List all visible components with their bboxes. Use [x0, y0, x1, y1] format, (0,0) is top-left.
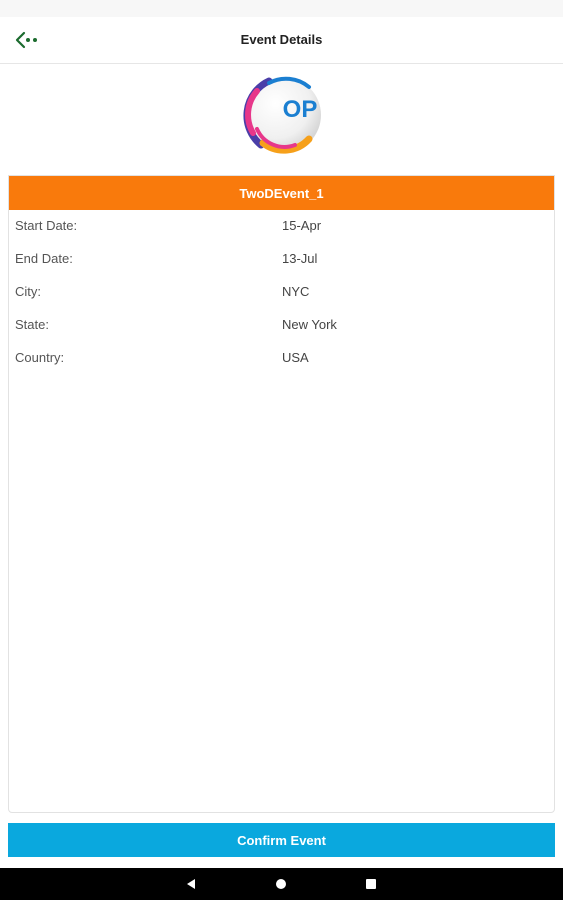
- start-date-label: Start Date:: [15, 218, 78, 233]
- end-date-label: End Date:: [15, 251, 73, 266]
- status-bar: [0, 0, 563, 17]
- nav-home-icon: [276, 879, 286, 889]
- state-value: New York: [282, 317, 337, 332]
- nav-home-button[interactable]: [273, 876, 289, 892]
- nav-recents-icon: [366, 879, 376, 889]
- logo-text: OP: [283, 96, 318, 123]
- app-logo: OP: [239, 73, 325, 159]
- event-details-card: TwoDEvent_1 Start Date: 15-Apr End Date:…: [8, 175, 555, 813]
- event-name-header: TwoDEvent_1: [9, 176, 554, 210]
- nav-recents-button[interactable]: [363, 876, 379, 892]
- app-bar: Event Details: [0, 17, 563, 64]
- system-nav-bar: [0, 868, 563, 900]
- state-label: State:: [15, 317, 49, 332]
- detail-row-start-date: Start Date: 15-Apr: [9, 218, 554, 238]
- end-date-value: 13-Jul: [282, 251, 318, 266]
- nav-back-button[interactable]: [183, 876, 199, 892]
- country-label: Country:: [15, 350, 65, 365]
- detail-row-state: State: New York: [9, 317, 554, 337]
- page-title: Event Details: [240, 32, 323, 47]
- nav-back-icon: [187, 879, 195, 889]
- country-value: USA: [282, 350, 309, 365]
- start-date-value: 15-Apr: [282, 218, 322, 233]
- city-value: NYC: [282, 284, 310, 299]
- detail-row-city: City: NYC: [9, 284, 554, 304]
- detail-row-end-date: End Date: 13-Jul: [9, 251, 554, 271]
- city-label: City:: [15, 284, 41, 299]
- detail-row-country: Country: USA: [9, 350, 554, 370]
- confirm-event-button[interactable]: Confirm Event: [8, 823, 555, 857]
